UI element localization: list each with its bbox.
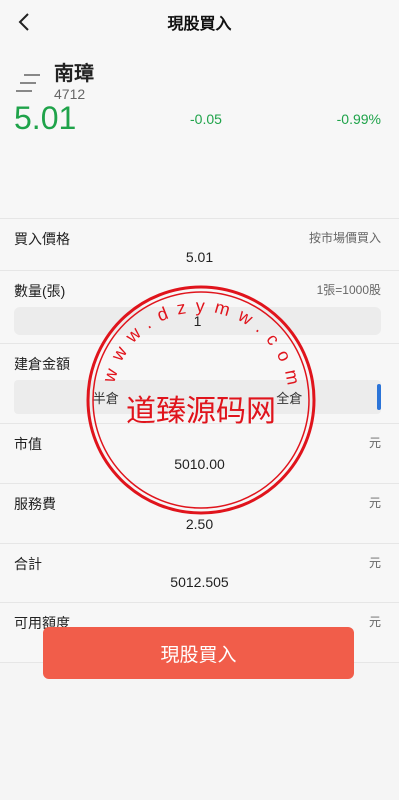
position-amount-label: 建倉金額 [14,356,70,372]
market-value-label: 市值 [14,436,42,452]
price-change-percent: -0.99% [336,110,381,127]
available-unit: 元 [368,615,381,629]
stock-name: 南璋 [54,63,94,85]
buy-button[interactable]: 現股買入 [43,627,354,679]
menu-lines-icon[interactable] [14,70,42,100]
lot-size-note: 1張=1000股 [316,283,381,297]
buy-price-value: 5.01 [185,249,214,265]
back-button[interactable] [10,8,38,36]
service-fee-unit: 元 [368,496,381,510]
service-fee-value: 2.50 [185,516,214,532]
full-position-button[interactable]: 全倉 [198,380,382,414]
toggle-indicator [377,384,381,410]
buy-price-section: 買入價格 按市場價買入 5.01 [0,218,399,270]
total-unit: 元 [368,556,381,570]
quantity-label: 數量(張) [14,283,66,299]
market-value-section: 市值 元 5010.00 [0,423,399,483]
page-title: 現股買入 [167,16,232,33]
service-fee-label: 服務費 [14,496,56,512]
quantity-input[interactable]: 1 [14,307,381,335]
buy-price-label: 買入價格 [14,231,70,247]
position-toggle: 半倉 全倉 [14,380,381,414]
total-value: 5012.505 [170,574,229,590]
market-price-buy-option[interactable]: 按市場價買入 [309,229,381,246]
total-section: 合計 元 5012.505 [0,543,399,602]
service-fee-section: 服務費 元 2.50 [0,483,399,543]
position-amount-section: 建倉金額 半倉 全倉 [0,343,399,423]
market-value-unit: 元 [368,436,381,450]
total-label: 合計 [14,556,42,572]
current-price: 5.01 [14,100,77,136]
top-bar: 現股買入 [0,0,399,44]
price-row: 5.01 -0.05 -0.99% [14,100,381,137]
market-value-value: 5010.00 [174,456,225,472]
half-position-button[interactable]: 半倉 [14,380,198,414]
chevron-left-icon [18,13,29,31]
quantity-section: 數量(張) 1張=1000股 1 [0,270,399,343]
price-change: -0.05 [190,110,222,127]
